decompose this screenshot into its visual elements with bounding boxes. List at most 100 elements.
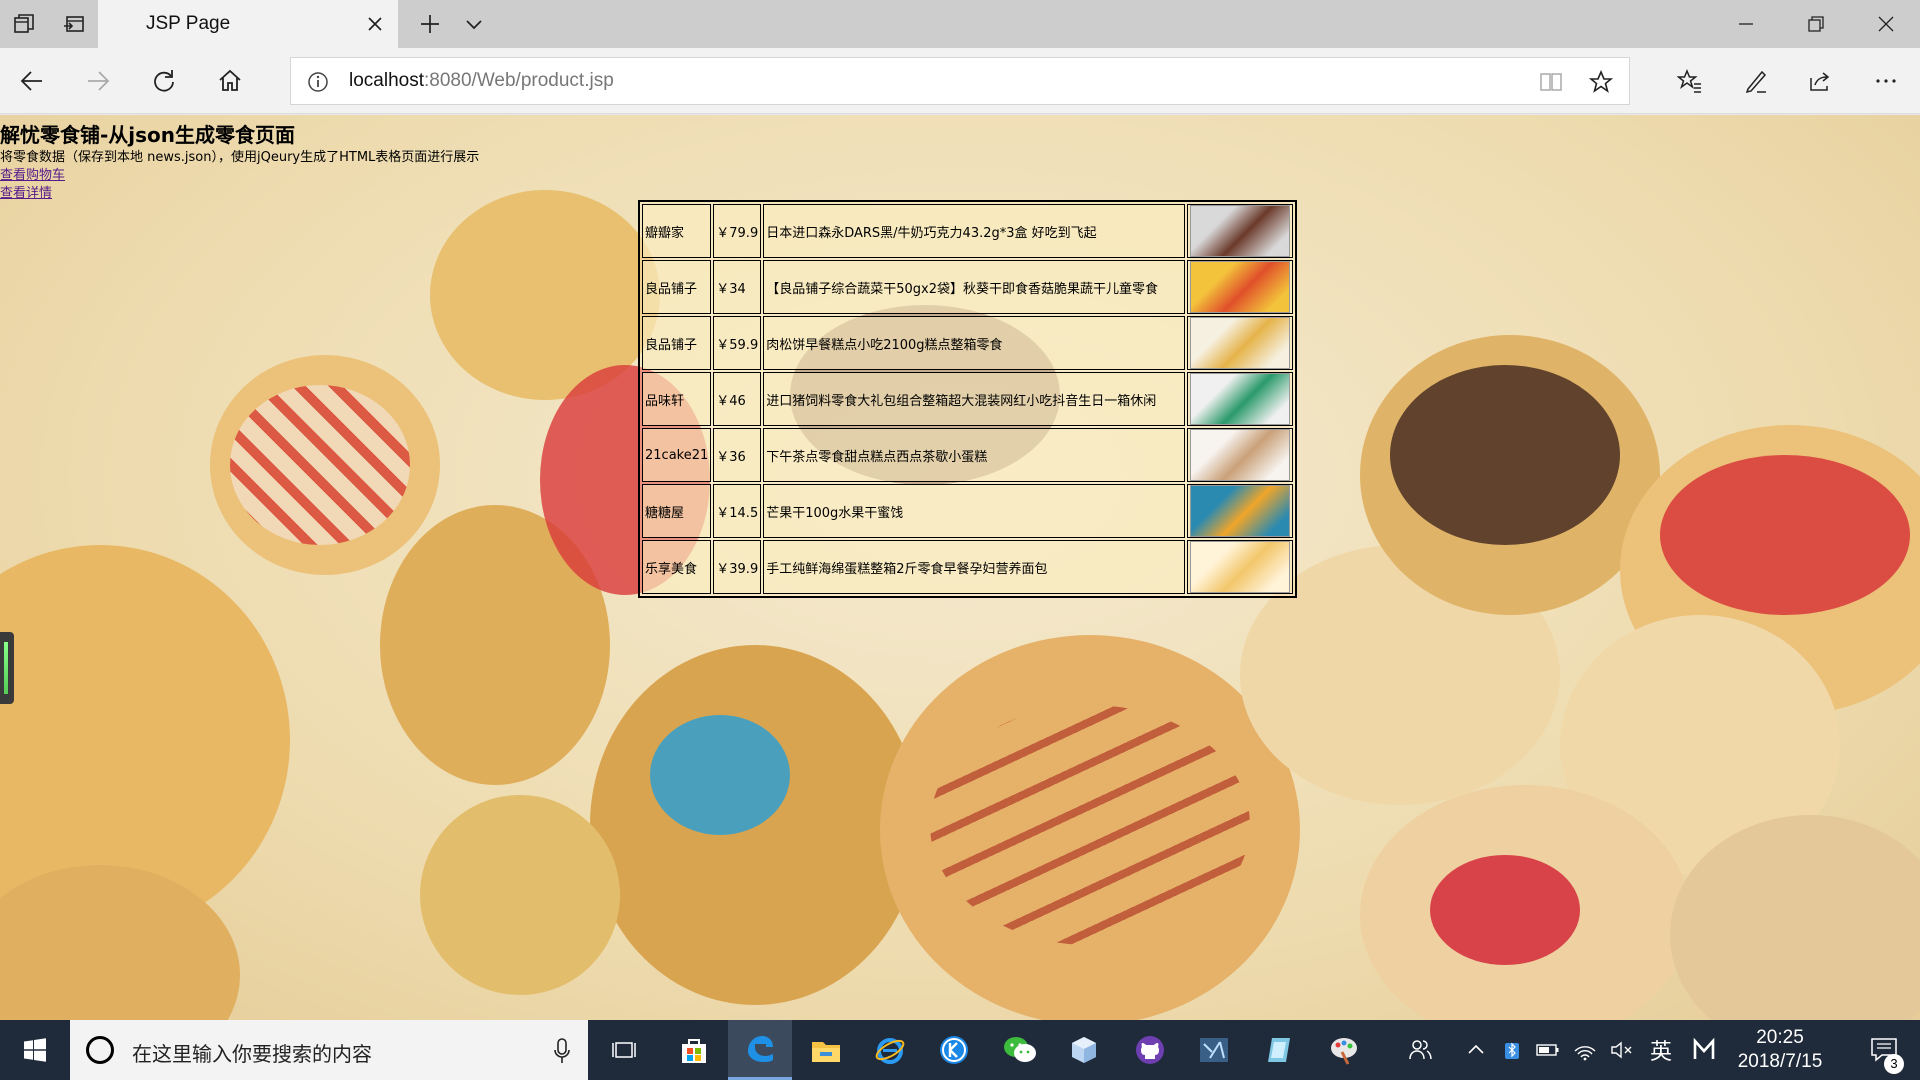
product-image[interactable] [1190,205,1291,257]
notification-count-badge: 3 [1884,1054,1904,1074]
home-icon[interactable] [206,57,254,105]
product-price: ￥14.5 [713,484,762,538]
taskbar-search-box[interactable]: 在这里输入你要搜索的内容 [70,1020,588,1080]
product-thumbnail-cell [1187,540,1294,594]
product-shop: 良品铺子 [642,316,712,370]
file-explorer-icon[interactable] [794,1020,858,1080]
reading-view-icon[interactable] [1539,70,1563,94]
star-icon[interactable] [1589,70,1613,94]
product-name: 日本进口森永DARS黑/牛奶巧克力43.2g*3盒 好吃到飞起 [763,204,1186,258]
taskbar-clock[interactable]: 20:25 2018/7/15 [1726,1026,1834,1074]
product-name: 【良品铺子综合蔬菜干50gx2袋】秋葵干即食香菇脆果蔬干儿童零食 [763,260,1186,314]
task-view-icon[interactable] [592,1020,656,1080]
ime-mode-icon[interactable] [1682,1020,1726,1080]
tab-manager-icon[interactable] [0,0,48,48]
product-price: ￥39.9 [713,540,762,594]
action-center-icon[interactable]: 3 [1848,1020,1920,1080]
github-desktop-icon[interactable] [1118,1020,1182,1080]
close-window-icon[interactable] [1852,0,1920,48]
wifi-icon[interactable] [1566,1020,1604,1080]
view-details-link[interactable]: 查看详情 [0,182,52,201]
web-note-pen-icon[interactable] [1732,57,1780,105]
product-image[interactable] [1190,429,1291,481]
forward-arrow-icon[interactable] [74,57,122,105]
product-thumbnail-cell [1187,428,1294,482]
minimize-icon[interactable] [1712,0,1780,48]
page-description: 将零食数据（保存到本地 news.json），使用jQeury生成了HTML表格… [0,150,480,165]
back-arrow-icon[interactable] [8,57,56,105]
bluetooth-tray-icon[interactable] [1494,1020,1530,1080]
product-row: 乐享美食 ￥39.9 手工纯鲜海绵蛋糕整箱2斤零食早餐孕妇营养面包 [642,540,1294,594]
product-row: 良品铺子 ￥34 【良品铺子综合蔬菜干50gx2袋】秋葵干即食香菇脆果蔬干儿童零食 [642,260,1294,314]
product-image[interactable] [1190,261,1291,313]
set-tabs-aside-icon[interactable] [50,0,98,48]
product-price: ￥79.9 [713,204,762,258]
favorites-hub-icon[interactable] [1666,57,1714,105]
volume-muted-icon[interactable] [1604,1020,1640,1080]
new-tab-icon[interactable] [408,0,452,48]
product-thumbnail-cell [1187,204,1294,258]
product-shop: 良品铺子 [642,260,712,314]
store-icon[interactable] [662,1020,726,1080]
chevron-up-icon[interactable] [1458,1020,1494,1080]
refresh-icon[interactable] [140,57,188,105]
battery-icon[interactable] [1530,1020,1566,1080]
internet-explorer-icon[interactable] [858,1020,922,1080]
product-image[interactable] [1190,541,1291,593]
product-thumbnail-cell [1187,316,1294,370]
product-table: 瓣瓣家 ￥79.9 日本进口森永DARS黑/牛奶巧克力43.2g*3盒 好吃到飞起良… [638,200,1298,598]
side-panel-handle[interactable] [0,632,14,704]
product-row: 品味轩 ￥46 进口猪饲料零食大礼包组合整箱超大混装网红小吃抖音生日一箱休闲 [642,372,1294,426]
product-shop: 21cake21 [642,428,712,482]
product-price: ￥46 [713,372,762,426]
product-price: ￥36 [713,428,762,482]
taskbar: 在这里输入你要搜索的内容 英 20:25 2018/7/15 3 [0,1020,1920,1080]
product-image[interactable] [1190,317,1291,369]
info-icon[interactable] [307,71,329,93]
visual-studio-icon[interactable] [1182,1020,1246,1080]
product-name: 手工纯鲜海绵蛋糕整箱2斤零食早餐孕妇营养面包 [763,540,1186,594]
restore-icon[interactable] [1782,0,1850,48]
product-shop: 品味轩 [642,372,712,426]
input-method-indicator[interactable]: 英 [1640,1020,1682,1080]
product-row: 瓣瓣家 ￥79.9 日本进口森永DARS黑/牛奶巧克力43.2g*3盒 好吃到飞起 [642,204,1294,258]
clock-date: 2018/7/15 [1737,1051,1823,1072]
product-image[interactable] [1190,373,1291,425]
product-thumbnail-cell [1187,372,1294,426]
product-row: 21cake21 ￥36 下午茶点零食甜点糕点西点茶歇小蛋糕 [642,428,1294,482]
product-name: 下午茶点零食甜点糕点西点茶歇小蛋糕 [763,428,1186,482]
tab-strip: JSP Page [0,0,1920,48]
url-text[interactable]: localhost:8080/Web/product.jsp [349,70,614,92]
product-row: 糖糖屋 ￥14.5 芒果干100g水果干蜜饯 [642,484,1294,538]
people-icon[interactable] [1394,1020,1446,1080]
virtualbox-cube-icon[interactable] [1052,1020,1116,1080]
share-icon[interactable] [1796,57,1844,105]
tab-title: JSP Page [146,13,231,34]
product-shop: 瓣瓣家 [642,204,712,258]
wechat-icon[interactable] [988,1020,1052,1080]
product-name: 肉松饼早餐糕点小吃2100g糕点整箱零食 [763,316,1186,370]
tab-jsp-page[interactable]: JSP Page [98,0,398,48]
product-thumbnail-cell [1187,260,1294,314]
product-name: 进口猪饲料零食大礼包组合整箱超大混装网红小吃抖音生日一箱休闲 [763,372,1186,426]
paint-app-icon[interactable] [1312,1020,1376,1080]
page-title: 解忧零食铺-从json生成零食页面 [0,123,296,147]
edge-browser-icon[interactable] [728,1020,792,1080]
notepad-app-icon[interactable] [1248,1020,1312,1080]
close-tab-icon[interactable] [364,13,386,35]
product-image[interactable] [1190,485,1291,537]
address-bar[interactable]: localhost:8080/Web/product.jsp [290,57,1630,105]
more-options-icon[interactable] [1862,57,1910,105]
microphone-icon[interactable] [554,1038,570,1064]
windows-start-icon[interactable] [0,1020,70,1080]
kugou-music-icon[interactable] [922,1020,986,1080]
product-price: ￥34 [713,260,762,314]
product-name: 芒果干100g水果干蜜饯 [763,484,1186,538]
cortana-icon [86,1036,114,1064]
view-cart-link[interactable]: 查看购物车 [0,164,65,183]
product-thumbnail-cell [1187,484,1294,538]
product-shop: 糖糖屋 [642,484,712,538]
product-price: ￥59.9 [713,316,762,370]
chevron-down-icon[interactable] [452,0,496,48]
page-content: 解忧零食铺-从json生成零食页面 将零食数据（保存到本地 news.json）… [0,115,1920,1020]
